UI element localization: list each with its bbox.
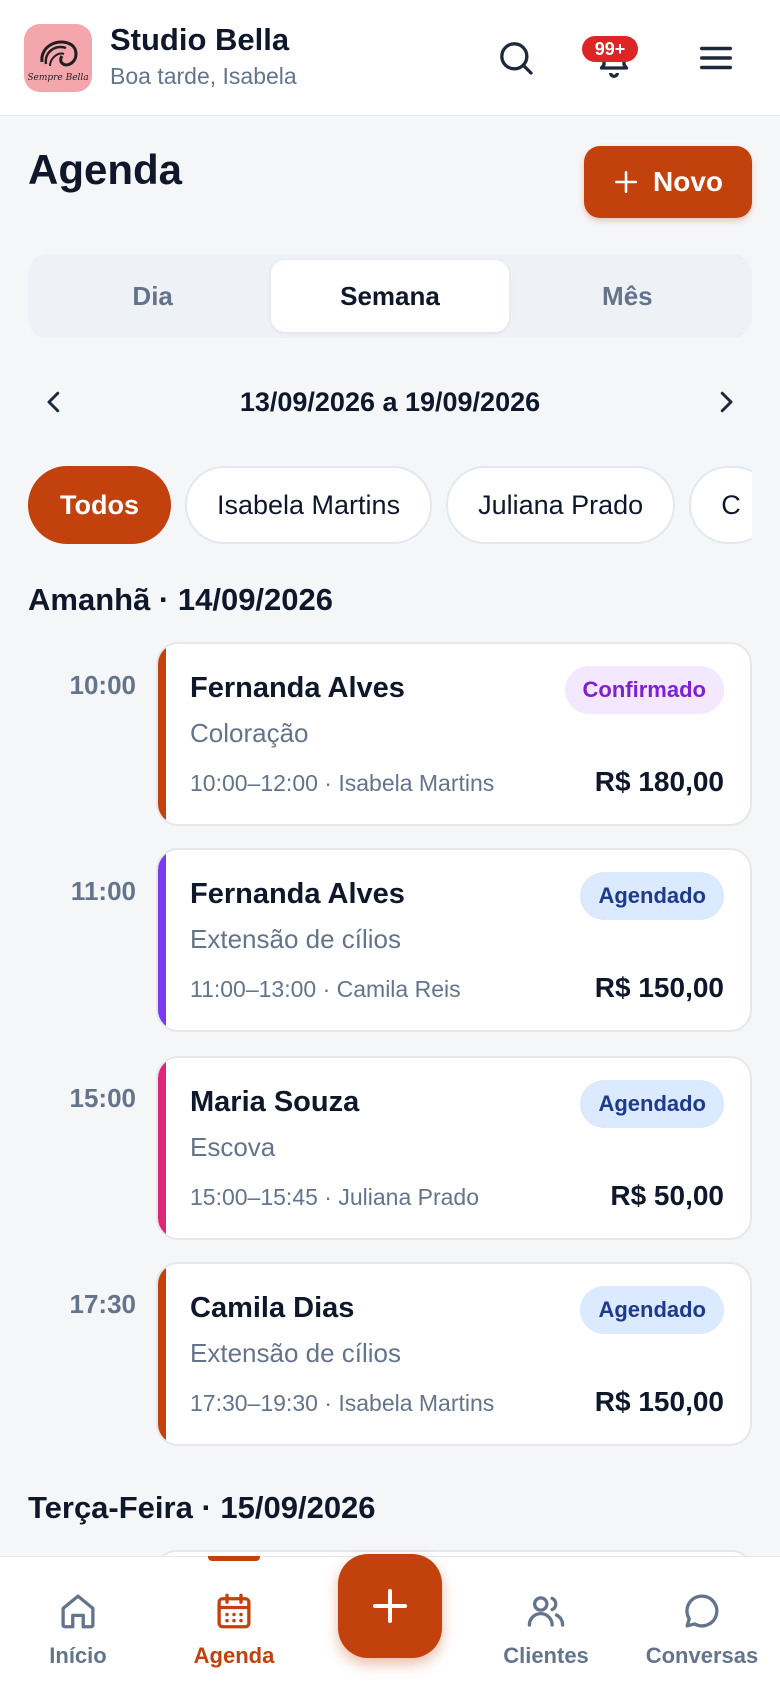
client-name: Camila Dias <box>190 1292 355 1324</box>
chip-todos[interactable]: Todos <box>28 466 171 544</box>
logo-text: Sempre Bella <box>28 73 88 83</box>
day-header: Terça-Feira · 15/09/2026 <box>28 1490 376 1525</box>
new-button-label: Novo <box>653 166 723 197</box>
plus-icon <box>614 170 638 194</box>
brand-title: Studio Bella <box>110 22 290 57</box>
logo-hair-icon: Sempre Bella <box>28 40 88 83</box>
plus-icon <box>373 1589 407 1623</box>
service-name: Extensão de cílios <box>190 1338 402 1368</box>
appointment-card[interactable]: Camila Dias Extensão de cílios 17:30–19:… <box>156 1262 752 1446</box>
appointment-meta: 10:00–12:00 · Isabela Martins <box>190 770 495 796</box>
nav-label: Agenda <box>193 1643 275 1668</box>
day-header: Amanhã · 14/09/2026 <box>28 582 334 617</box>
date-navigator: 13/09/2026 a 19/09/2026 <box>28 376 752 428</box>
appointment-card[interactable]: Fernanda Alves Extensão de cílios 11:00–… <box>156 848 752 1032</box>
active-tab-indicator <box>208 1556 260 1561</box>
appointment-price: R$ 150,00 <box>594 972 724 1003</box>
service-name: Extensão de cílios <box>190 924 402 954</box>
status-badge: Agendado <box>580 1286 724 1334</box>
appointment-card[interactable]: Fernanda Alves Coloração 10:00–12:00 · I… <box>156 642 752 826</box>
tab-dia[interactable]: Dia <box>34 260 271 332</box>
hamburger-icon <box>700 46 732 70</box>
brand-block: Studio Bella Boa tarde, Isabela <box>110 22 297 92</box>
appointment-time: 15:00 <box>69 1083 137 1113</box>
nav-clientes[interactable]: Clientes <box>468 1587 624 1669</box>
view-switcher: Dia Semana Mês <box>28 254 752 338</box>
status-badge: Agendado <box>580 872 724 920</box>
next-week-button[interactable] <box>700 376 752 428</box>
new-appointment-button[interactable]: Novo <box>584 146 752 218</box>
search-button[interactable] <box>488 30 544 86</box>
nav-conversas[interactable]: Conversas <box>624 1587 780 1669</box>
chevron-left-icon <box>47 391 60 413</box>
service-name: Escova <box>190 1132 276 1162</box>
professional-color-bar <box>158 1264 166 1444</box>
notification-badge: 99+ <box>582 36 638 62</box>
date-range: 13/09/2026 a 19/09/2026 <box>239 386 541 417</box>
tab-semana[interactable]: Semana <box>271 260 509 332</box>
page-title: Agenda <box>28 146 183 193</box>
appointment-meta: 17:30–19:30 · Isabela Martins <box>190 1390 495 1416</box>
chip-juliana-prado[interactable]: Juliana Prado <box>446 466 676 544</box>
users-icon <box>527 1596 565 1627</box>
appointment-price: R$ 180,00 <box>594 766 724 797</box>
nav-label: Início <box>49 1643 107 1668</box>
appointment-time: 10:00 <box>69 670 137 700</box>
nav-inicio[interactable]: Início <box>0 1587 156 1669</box>
client-name: Fernanda Alves <box>190 878 405 910</box>
greeting: Boa tarde, Isabela <box>110 63 297 89</box>
client-name: Maria Souza <box>190 1086 360 1118</box>
quick-add-button[interactable] <box>338 1554 442 1658</box>
nav-agenda[interactable]: Agenda <box>156 1587 312 1669</box>
nav-label: Clientes <box>503 1643 589 1668</box>
search-icon <box>500 42 533 75</box>
professional-color-bar <box>158 1058 166 1238</box>
menu-button[interactable] <box>688 30 744 86</box>
studio-logo[interactable]: Sempre Bella <box>24 24 92 92</box>
appointment-price: R$ 50,00 <box>610 1180 724 1211</box>
chip-isabela-martins[interactable]: Isabela Martins <box>184 466 433 544</box>
home-icon <box>61 1594 95 1629</box>
appointment-card[interactable]: Maria Souza Escova 15:00–15:45 · Juliana… <box>156 1056 752 1240</box>
tab-mes[interactable]: Mês <box>509 260 746 332</box>
chip-more[interactable]: C <box>689 466 752 544</box>
service-name: Coloração <box>190 718 309 748</box>
appointment-price: R$ 150,00 <box>594 1386 724 1417</box>
professional-filter: Todos Isabela Martins Juliana Prado C <box>28 466 752 544</box>
appointment-meta: 15:00–15:45 · Juliana Prado <box>190 1184 479 1210</box>
status-badge: Confirmado <box>564 666 724 714</box>
chevron-right-icon <box>720 391 733 413</box>
professional-color-bar <box>158 850 166 1030</box>
appointment-time: 11:00 <box>70 876 136 906</box>
app-header: Sempre Bella Studio Bella Boa tarde, Isa… <box>0 0 780 116</box>
previous-week-button[interactable] <box>28 376 80 428</box>
calendar-icon <box>217 1593 251 1629</box>
client-name: Fernanda Alves <box>190 672 405 704</box>
appointment-meta: 11:00–13:00 · Camila Reis <box>190 976 461 1002</box>
nav-label: Conversas <box>645 1643 759 1668</box>
appointment-time: 17:30 <box>69 1289 137 1319</box>
status-badge: Agendado <box>580 1080 724 1128</box>
professional-color-bar <box>158 644 166 824</box>
chat-icon <box>685 1594 719 1628</box>
